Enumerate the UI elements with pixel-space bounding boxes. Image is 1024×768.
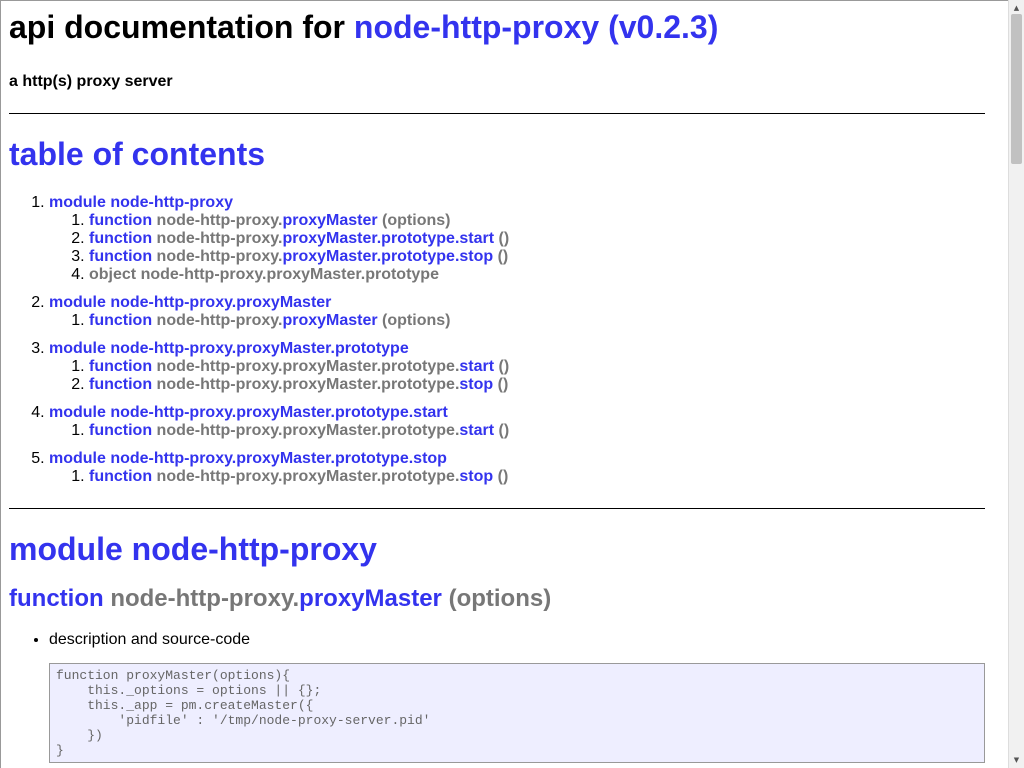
toc-entry-keyword-link[interactable]: function xyxy=(89,422,152,439)
toc-entry-path: node-http-proxy. xyxy=(156,212,283,229)
toc-list: module node-http-proxyfunction node-http… xyxy=(9,194,985,486)
vertical-scrollbar[interactable]: ▲ ▼ xyxy=(1008,0,1024,768)
toc-entry-path: node-http-proxy.proxyMaster.prototype xyxy=(140,266,439,283)
triangle-down-icon[interactable]: ▼ xyxy=(1009,754,1024,766)
toc-entry-signature: () xyxy=(493,376,509,393)
toc-module-link[interactable]: module node-http-proxy.proxyMaster.proto… xyxy=(49,404,448,421)
toc-module-item: module node-http-proxy.proxyMasterfuncti… xyxy=(49,294,985,330)
scrollbar-thumb[interactable] xyxy=(1011,14,1022,164)
toc-entry-keyword-link[interactable]: function xyxy=(89,358,152,375)
toc-entry-keyword-link[interactable]: function xyxy=(89,230,152,247)
function-signature: (options) xyxy=(441,585,552,612)
toc-entry: function node-http-proxy.proxyMaster.pro… xyxy=(89,230,985,248)
toc-heading: table of contents xyxy=(9,136,266,172)
detail-list: description and source-code function pro… xyxy=(9,631,985,763)
package-description: a http(s) proxy server xyxy=(9,73,173,90)
toc-entry-keyword-link[interactable]: function xyxy=(89,212,152,229)
toc-entry-path: node-http-proxy.proxyMaster.prototype. xyxy=(156,358,460,375)
toc-entry: function node-http-proxy.proxyMaster.pro… xyxy=(89,248,985,266)
toc-entry-keyword-link[interactable]: function xyxy=(89,468,152,485)
toc-entry-path: node-http-proxy. xyxy=(156,312,283,329)
function-heading: function node-http-proxy.proxyMaster (op… xyxy=(9,585,985,613)
title-prefix: api documentation for xyxy=(9,9,354,45)
toc-entry-signature: (options) xyxy=(377,212,451,229)
toc-entry-keyword: object xyxy=(89,266,137,283)
toc-entry-name-link[interactable]: start xyxy=(459,358,494,375)
toc-entry: object node-http-proxy.proxyMaster.proto… xyxy=(89,266,985,284)
toc-entry-name-link[interactable]: proxyMaster.prototype.stop xyxy=(282,248,493,265)
toc-sublist: function node-http-proxy.proxyMaster (op… xyxy=(49,212,985,284)
toc-entry-signature: () xyxy=(494,422,510,439)
toc-entry: function node-http-proxy.proxyMaster.pro… xyxy=(89,376,985,394)
divider xyxy=(9,113,985,114)
toc-entry-keyword-link[interactable]: function xyxy=(89,312,152,329)
toc-entry: function node-http-proxy.proxyMaster (op… xyxy=(89,212,985,230)
toc-entry: function node-http-proxy.proxyMaster.pro… xyxy=(89,422,985,440)
toc-entry-name-link[interactable]: stop xyxy=(459,468,493,485)
toc-module-item: module node-http-proxy.proxyMaster.proto… xyxy=(49,340,985,394)
detail-item: description and source-code function pro… xyxy=(49,631,985,763)
toc-sublist: function node-http-proxy.proxyMaster.pro… xyxy=(49,468,985,486)
toc-entry: function node-http-proxy.proxyMaster.pro… xyxy=(89,468,985,486)
toc-module-item: module node-http-proxy.proxyMaster.proto… xyxy=(49,450,985,486)
toc-entry-path: node-http-proxy.proxyMaster.prototype. xyxy=(156,468,460,485)
toc-module-link[interactable]: module node-http-proxy.proxyMaster xyxy=(49,294,331,311)
function-name-link[interactable]: proxyMaster xyxy=(299,585,442,612)
document-content: api documentation for node-http-proxy (v… xyxy=(1,9,993,763)
divider xyxy=(9,508,985,509)
document-viewport: api documentation for node-http-proxy (v… xyxy=(0,0,1008,768)
detail-label: description and source-code xyxy=(49,631,251,648)
toc-entry-signature: () xyxy=(494,230,510,247)
toc-entry-signature: () xyxy=(493,468,509,485)
page-title: api documentation for node-http-proxy (v… xyxy=(9,9,985,45)
toc-entry-signature: (options) xyxy=(377,312,451,329)
toc-module-link[interactable]: module node-http-proxy.proxyMaster.proto… xyxy=(49,340,409,357)
toc-entry-path: node-http-proxy.proxyMaster.prototype. xyxy=(156,376,460,393)
triangle-up-icon[interactable]: ▲ xyxy=(1009,2,1024,14)
toc-sublist: function node-http-proxy.proxyMaster.pro… xyxy=(49,422,985,440)
toc-entry-path: node-http-proxy. xyxy=(156,230,283,247)
toc-entry-signature: () xyxy=(493,248,509,265)
toc-entry-name-link[interactable]: proxyMaster.prototype.start xyxy=(282,230,494,247)
toc-module-item: module node-http-proxyfunction node-http… xyxy=(49,194,985,284)
toc-module-link[interactable]: module node-http-proxy xyxy=(49,194,233,211)
toc-entry-name-link[interactable]: stop xyxy=(459,376,493,393)
toc-module-link[interactable]: module node-http-proxy.proxyMaster.proto… xyxy=(49,450,447,467)
source-code-block: function proxyMaster(options){ this._opt… xyxy=(49,663,985,763)
toc-entry-keyword-link[interactable]: function xyxy=(89,376,152,393)
toc-entry-name-link[interactable]: proxyMaster xyxy=(282,312,377,329)
toc-entry-signature: () xyxy=(494,358,510,375)
toc-entry-path: node-http-proxy. xyxy=(156,248,283,265)
toc-entry: function node-http-proxy.proxyMaster.pro… xyxy=(89,358,985,376)
toc-entry-keyword-link[interactable]: function xyxy=(89,248,152,265)
toc-sublist: function node-http-proxy.proxyMaster.pro… xyxy=(49,358,985,394)
toc-sublist: function node-http-proxy.proxyMaster (op… xyxy=(49,312,985,330)
function-path: node-http-proxy. xyxy=(110,585,300,612)
function-keyword-link[interactable]: function xyxy=(9,585,104,612)
toc-module-item: module node-http-proxy.proxyMaster.proto… xyxy=(49,404,985,440)
module-heading: module node-http-proxy xyxy=(9,531,377,567)
toc-entry: function node-http-proxy.proxyMaster (op… xyxy=(89,312,985,330)
toc-entry-path: node-http-proxy.proxyMaster.prototype. xyxy=(156,422,460,439)
toc-entry-name-link[interactable]: proxyMaster xyxy=(282,212,377,229)
package-link[interactable]: node-http-proxy (v0.2.3) xyxy=(354,9,718,45)
toc-entry-name-link[interactable]: start xyxy=(459,422,494,439)
